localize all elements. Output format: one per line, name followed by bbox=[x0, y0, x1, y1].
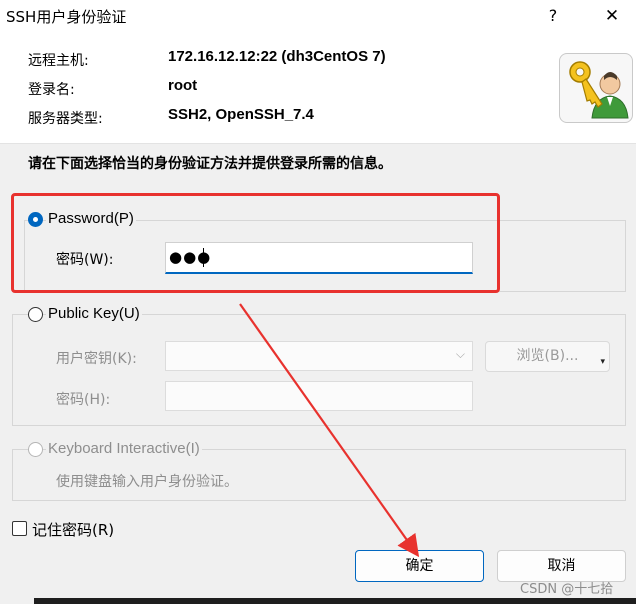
annotation-arrow bbox=[239, 303, 420, 558]
desktop-edge bbox=[0, 598, 34, 604]
watermark-text: CSDN @十七拾 bbox=[520, 582, 614, 597]
desktop-strip bbox=[34, 598, 636, 604]
